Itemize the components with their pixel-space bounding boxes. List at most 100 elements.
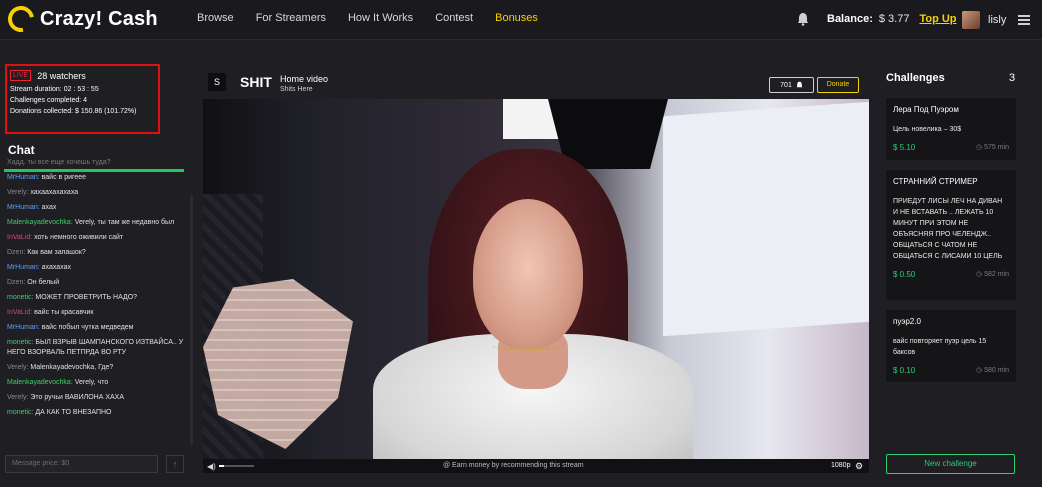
chat-scrollbar[interactable] <box>190 195 193 445</box>
user-menu[interactable]: lisly <box>962 11 1031 29</box>
challenge-title: СТРАННИЙ СТРИМЕР <box>893 177 978 186</box>
challenge-price: $ 0.10 <box>893 366 916 375</box>
chat-message: Хадд. ты все еще хочешь туда? <box>7 158 185 168</box>
chat-author[interactable]: InVaLid: <box>7 234 32 241</box>
chat-author[interactable]: Malenkayadevochka: <box>7 219 73 226</box>
chat-author[interactable]: MrHuman: <box>7 324 40 331</box>
nav-how-it-works[interactable]: How It Works <box>348 12 413 24</box>
video-person-face <box>473 199 583 349</box>
chat-message: Verely: Это ручьи ВАВИЛОНА ХАХА <box>7 393 185 403</box>
video-player[interactable] <box>203 99 869 459</box>
message-input[interactable]: Message price: $0 <box>5 455 158 473</box>
nav-browse[interactable]: Browse <box>197 12 234 24</box>
chat-message: MrHuman: вайс побыл чутка медведем <box>7 323 185 333</box>
video-controls: ◀) @ Earn money by recommending this str… <box>203 459 869 473</box>
nav-contest[interactable]: Contest <box>435 12 473 24</box>
chat-author[interactable]: monetic: <box>7 409 33 416</box>
top-bar: Crazy! Cash Browse For Streamers How It … <box>0 0 1042 40</box>
chat-text: Хадд. ты все еще хочешь туда? <box>7 159 111 166</box>
nav-for-streamers[interactable]: For Streamers <box>256 12 326 24</box>
viewer-count-value: 701 <box>780 81 792 89</box>
send-button[interactable]: ↑ <box>166 455 184 473</box>
chat-text: Verely, ты там же недавно был <box>74 219 175 226</box>
challenge-price: $ 5.10 <box>893 143 916 152</box>
logo-text: Crazy! Cash <box>40 7 158 30</box>
chat-author[interactable]: MrHuman: <box>7 204 40 211</box>
chat-message: Dzen: Как вам запашок? <box>7 248 185 258</box>
chat-text: Как вам запашок? <box>27 249 86 256</box>
chat-text: вайс в ригеее <box>41 174 87 181</box>
menu-icon[interactable] <box>1018 15 1031 25</box>
main-nav: Browse For Streamers How It Works Contes… <box>197 12 560 24</box>
chat-list[interactable]: Хадд. ты все еще хочешь туда? MrHuman: ва… <box>7 158 185 448</box>
challenge-card[interactable]: Лера Под Пуэром Цель новелика – 30$ $ 5.… <box>886 98 1016 160</box>
chat-message: Verely: Malenkayadevochka, Где? <box>7 363 185 373</box>
chat-text: Он белый <box>27 279 60 286</box>
chat-text: вайс ты красавчик <box>34 309 94 316</box>
volume-icon[interactable]: ◀) <box>207 462 216 471</box>
nav-bonuses[interactable]: Bonuses <box>495 12 538 24</box>
donations-collected: Donations collected: $ 150.86 (101.72%) <box>10 108 137 115</box>
stream-duration: Stream duration: 02 : 53 : 55 <box>10 86 99 93</box>
chat-text: БЫЛ ВЗРЫВ ШАМПАНСКОГО ИЗТВАЙСА.. У НЕГО … <box>7 339 184 356</box>
viewer-count: 701 <box>769 77 814 93</box>
chat-text: Verely, что <box>74 379 109 386</box>
top-up-link[interactable]: Top Up <box>919 13 956 25</box>
chat-author[interactable]: InVaLid: <box>7 309 32 316</box>
new-challenge-button[interactable]: New challenge <box>886 454 1015 474</box>
challenge-time: ◷ 580 min <box>976 367 1009 374</box>
stream-subtitle: Home video <box>280 74 329 84</box>
challenge-price: $ 0.50 <box>893 270 916 279</box>
chat-author[interactable]: Malenkayadevochka: <box>7 379 73 386</box>
chat-text: хахаахахахаха <box>30 189 79 196</box>
chat-text: хоть немного оживили сайт <box>34 234 124 241</box>
chat-author[interactable]: Dzen: <box>7 249 25 256</box>
challenge-desc: Цель новелика – 30$ <box>893 126 962 133</box>
logo-icon <box>2 0 40 38</box>
chat-message: monetic: БЫЛ ВЗРЫВ ШАМПАНСКОГО ИЗТВАЙСА.… <box>7 338 185 358</box>
challenge-title: Лера Под Пуэром <box>893 105 959 114</box>
chat-author[interactable]: Verely: <box>7 394 28 401</box>
bell-small-icon <box>796 81 803 88</box>
video-necklace <box>493 341 563 351</box>
chat-author[interactable]: MrHuman: <box>7 264 40 271</box>
volume-slider[interactable] <box>219 465 254 467</box>
username[interactable]: lisly <box>988 14 1006 26</box>
earn-text[interactable]: @ Earn money by recommending this stream <box>443 462 584 469</box>
bell-icon[interactable] <box>797 12 809 26</box>
challenge-time: ◷ 575 min <box>976 144 1009 151</box>
chat-author[interactable]: MrHuman: <box>7 174 40 181</box>
chat-author[interactable]: monetic: <box>7 339 33 346</box>
chat-author[interactable]: monetic: <box>7 294 33 301</box>
donate-button[interactable]: Donate <box>817 77 859 93</box>
challenge-time: ◷ 582 min <box>976 271 1009 278</box>
streamer-avatar[interactable]: S <box>208 73 226 91</box>
stream-title: SHIT <box>240 74 272 90</box>
balance: Balance: $ 3.77 Top Up <box>827 13 957 25</box>
chat-author[interactable]: Verely: <box>7 189 28 196</box>
stream-header: S SHIT Home video Shits Here 701 Donate <box>205 70 870 98</box>
balance-label: Balance: <box>827 13 873 25</box>
chat-text: ахахахах <box>41 264 71 271</box>
live-badge: LIVE <box>10 70 32 81</box>
chat-message: MrHuman: вайс в ригеее <box>7 173 185 183</box>
chat-message: monetic: ДА КАК ТО ВНЕЗАПНО <box>7 408 185 418</box>
chat-text: вайс побыл чутка медведем <box>41 324 134 331</box>
settings-icon[interactable]: ⚙ <box>855 461 863 472</box>
logo[interactable]: Crazy! Cash <box>2 0 158 38</box>
chat-author[interactable]: Dzen: <box>7 279 25 286</box>
challenges-title: Challenges <box>886 72 945 84</box>
challenge-card[interactable]: пуэр2.0 вайс повторяет пуэр цель 15 бакс… <box>886 310 1016 382</box>
chat-author[interactable]: Verely: <box>7 364 28 371</box>
challenge-desc: вайс повторяет пуэр цель 15 баксов <box>893 338 987 356</box>
challenges-panel: Challenges 3 Лера Под Пуэром Цель новели… <box>880 40 1042 487</box>
chat-title: Chat <box>8 143 35 157</box>
challenge-card[interactable]: СТРАННИЙ СТРИМЕР ПРИЕДУТ ЛИСЫ ЛЕЧ НА ДИВ… <box>886 170 1016 300</box>
challenge-title: пуэр2.0 <box>893 317 921 326</box>
chat-message: Malenkayadevochka: Verely, что <box>7 378 185 388</box>
quality-label[interactable]: 1080p <box>831 462 850 469</box>
avatar[interactable] <box>962 11 980 29</box>
chat-message: InVaLid: хоть немного оживили сайт <box>7 233 185 243</box>
chat-message: MrHuman: ахахахах <box>7 263 185 273</box>
chat-message: monetic: МОЖЕТ ПРОВЕТРИТЬ НАДО? <box>7 293 185 303</box>
